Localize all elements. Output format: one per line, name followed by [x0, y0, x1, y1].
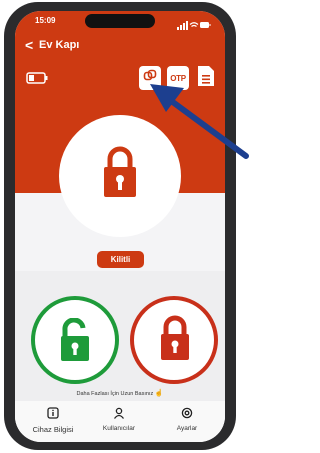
annotation-arrow-icon — [150, 84, 249, 159]
